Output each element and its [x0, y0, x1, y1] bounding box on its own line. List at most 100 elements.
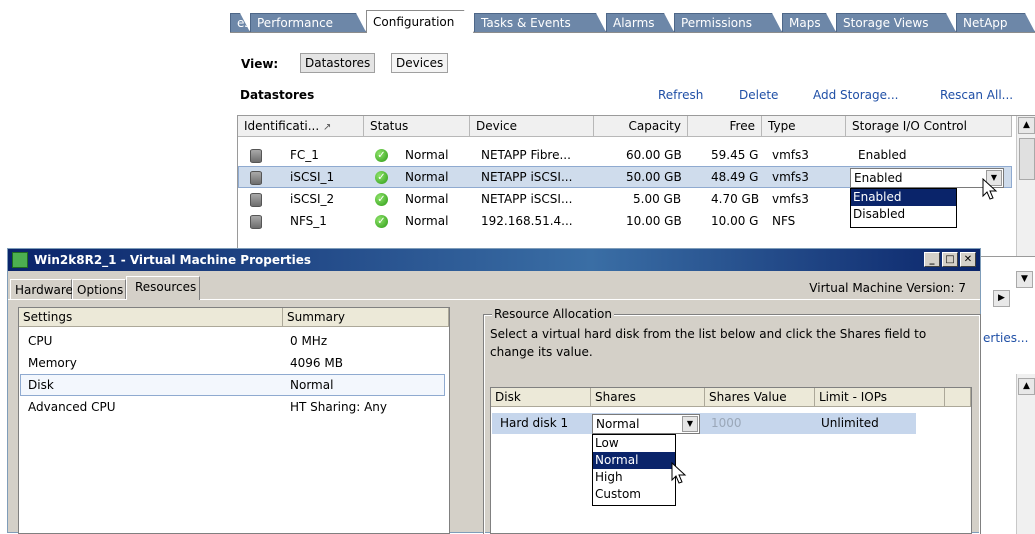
tab-permissions[interactable]: Permissions	[674, 13, 782, 32]
datastores-scrollbar[interactable]: ▲	[1016, 116, 1035, 256]
datastores-title: Datastores	[240, 88, 315, 102]
datastore-status: Normal	[405, 148, 449, 162]
disk-name: Hard disk 1	[500, 416, 569, 430]
datastore-status: Normal	[405, 170, 449, 184]
select-value: Normal	[596, 417, 640, 431]
column-header-storage-io-control[interactable]: Storage I/O Control	[846, 116, 1012, 137]
minimize-icon[interactable]: _	[924, 252, 940, 267]
datastores-view-button[interactable]: Datastores	[300, 53, 376, 73]
chevron-down-icon[interactable]: ▼	[682, 416, 698, 432]
datastore-icon	[250, 215, 262, 229]
settings-column-header[interactable]: Settings	[19, 308, 283, 327]
status-ok-icon: ✓	[375, 215, 388, 228]
close-icon[interactable]: ✕	[960, 252, 976, 267]
option-high[interactable]: High	[593, 469, 675, 486]
datastore-id: FC_1	[290, 148, 319, 162]
setting-summary: HT Sharing: Any	[290, 400, 388, 414]
window-title-bar[interactable]: Win2k8R2_1 - Virtual Machine Properties …	[8, 249, 980, 271]
storage-io-control-dropdown: Enabled Disabled	[850, 188, 957, 228]
datastore-id: NFS_1	[290, 214, 327, 228]
tab-options[interactable]: Options	[72, 279, 126, 299]
tab-underline	[230, 32, 1035, 33]
column-header-device[interactable]: Device	[470, 116, 594, 137]
datastore-icon	[250, 149, 262, 163]
column-header-shares-value[interactable]: Shares Value	[705, 388, 815, 407]
datastore-status: Normal	[405, 192, 449, 206]
column-header-filler	[945, 388, 971, 407]
storage-io-control-select[interactable]: Enabled ▼	[850, 168, 1004, 188]
delete-link[interactable]: Delete	[739, 88, 778, 102]
option-low[interactable]: Low	[593, 435, 675, 452]
column-header-shares[interactable]: Shares	[591, 388, 705, 407]
shares-select[interactable]: Normal ▼	[592, 414, 700, 434]
window-title: Win2k8R2_1 - Virtual Machine Properties	[34, 253, 312, 267]
details-scrollbar[interactable]: ▲	[1016, 374, 1035, 534]
select-value: Enabled	[854, 171, 903, 185]
setting-summary: 4096 MB	[290, 356, 343, 370]
vm-properties-window: Win2k8R2_1 - Virtual Machine Properties …	[7, 248, 981, 534]
properties-link[interactable]: erties...	[983, 331, 1028, 345]
scroll-down-icon[interactable]: ▼	[1016, 271, 1033, 288]
setting-name: CPU	[28, 334, 53, 348]
column-header-type[interactable]: Type	[762, 116, 846, 137]
tab-label: Alarms	[613, 16, 655, 30]
datastore-icon	[250, 193, 262, 207]
column-header-free[interactable]: Free	[688, 116, 762, 137]
option-normal[interactable]: Normal	[593, 452, 675, 469]
maximize-icon[interactable]: □	[942, 252, 958, 267]
datastore-free: 4.70 GB	[711, 192, 760, 206]
table-row[interactable]: FC_1 ✓ Normal NETAPP Fibre... 60.00 GB 5…	[238, 144, 1012, 166]
option-enabled[interactable]: Enabled	[851, 189, 956, 206]
summary-column-header[interactable]: Summary	[283, 308, 449, 327]
rescan-all-link[interactable]: Rescan All...	[940, 88, 1013, 102]
tab-storage-views[interactable]: Storage Views	[836, 13, 956, 32]
tab-configuration[interactable]: Configuration	[366, 10, 474, 33]
column-header-status[interactable]: Status	[364, 116, 470, 137]
disk-shares-table: Disk Shares Shares Value Limit - IOPs Ha…	[490, 387, 972, 534]
devices-view-button[interactable]: Devices	[391, 53, 449, 73]
tab-label: Storage Views	[843, 16, 929, 30]
settings-row-memory[interactable]: Memory 4096 MB	[20, 352, 445, 374]
tab-maps[interactable]: Maps	[782, 13, 836, 32]
column-header-disk[interactable]: Disk	[491, 388, 591, 407]
datastore-type: NFS	[772, 214, 796, 228]
settings-row-disk[interactable]: Disk Normal	[20, 374, 445, 396]
tab-label: Tasks & Events	[481, 16, 571, 30]
scroll-thumb[interactable]	[1019, 138, 1035, 180]
view-label: View:	[241, 57, 279, 71]
tab-tasks-events[interactable]: Tasks & Events	[474, 13, 606, 32]
column-header-identification[interactable]: Identificati... ↗	[238, 116, 364, 137]
resource-allocation-title: Resource Allocation	[492, 307, 615, 321]
scroll-right-icon[interactable]: ▶	[993, 290, 1010, 307]
datastore-icon	[250, 171, 262, 185]
status-ok-icon: ✓	[375, 149, 388, 162]
datastores-table: Identificati... ↗ Status Device Capacity…	[237, 115, 1035, 257]
column-header-limit-iops[interactable]: Limit - IOPs	[815, 388, 945, 407]
tab-resources[interactable]: Resources	[126, 276, 200, 300]
tab-alarms[interactable]: Alarms	[606, 13, 674, 32]
table-row-hard-disk-1[interactable]: Hard disk 1 1000 Unlimited	[492, 413, 916, 434]
mouse-cursor-icon	[671, 462, 687, 484]
refresh-link[interactable]: Refresh	[658, 88, 703, 102]
datastore-capacity: 60.00 GB	[626, 148, 682, 162]
datastore-free: 48.49 G	[711, 170, 759, 184]
tab-label: es	[237, 16, 251, 30]
column-header-capacity[interactable]: Capacity	[594, 116, 688, 137]
option-custom[interactable]: Custom	[593, 486, 675, 503]
datastore-status: Normal	[405, 214, 449, 228]
tab-partial[interactable]: es	[230, 13, 250, 32]
sort-ascending-icon: ↗	[323, 122, 332, 133]
tab-label: Maps	[789, 16, 821, 30]
add-storage-link[interactable]: Add Storage...	[813, 88, 898, 102]
tab-netapp[interactable]: NetApp	[956, 13, 1035, 32]
scroll-up-icon[interactable]: ▲	[1018, 117, 1035, 134]
setting-name: Memory	[28, 356, 77, 370]
status-ok-icon: ✓	[375, 193, 388, 206]
tab-hardware[interactable]: Hardware	[10, 279, 73, 299]
settings-row-cpu[interactable]: CPU 0 MHz	[20, 330, 445, 352]
tab-performance[interactable]: Performance	[250, 13, 366, 32]
settings-row-advanced-cpu[interactable]: Advanced CPU HT Sharing: Any	[20, 396, 445, 418]
scroll-up-icon[interactable]: ▲	[1018, 378, 1035, 395]
option-disabled[interactable]: Disabled	[851, 206, 956, 223]
resource-allocation-instructions: Select a virtual hard disk from the list…	[490, 327, 927, 359]
